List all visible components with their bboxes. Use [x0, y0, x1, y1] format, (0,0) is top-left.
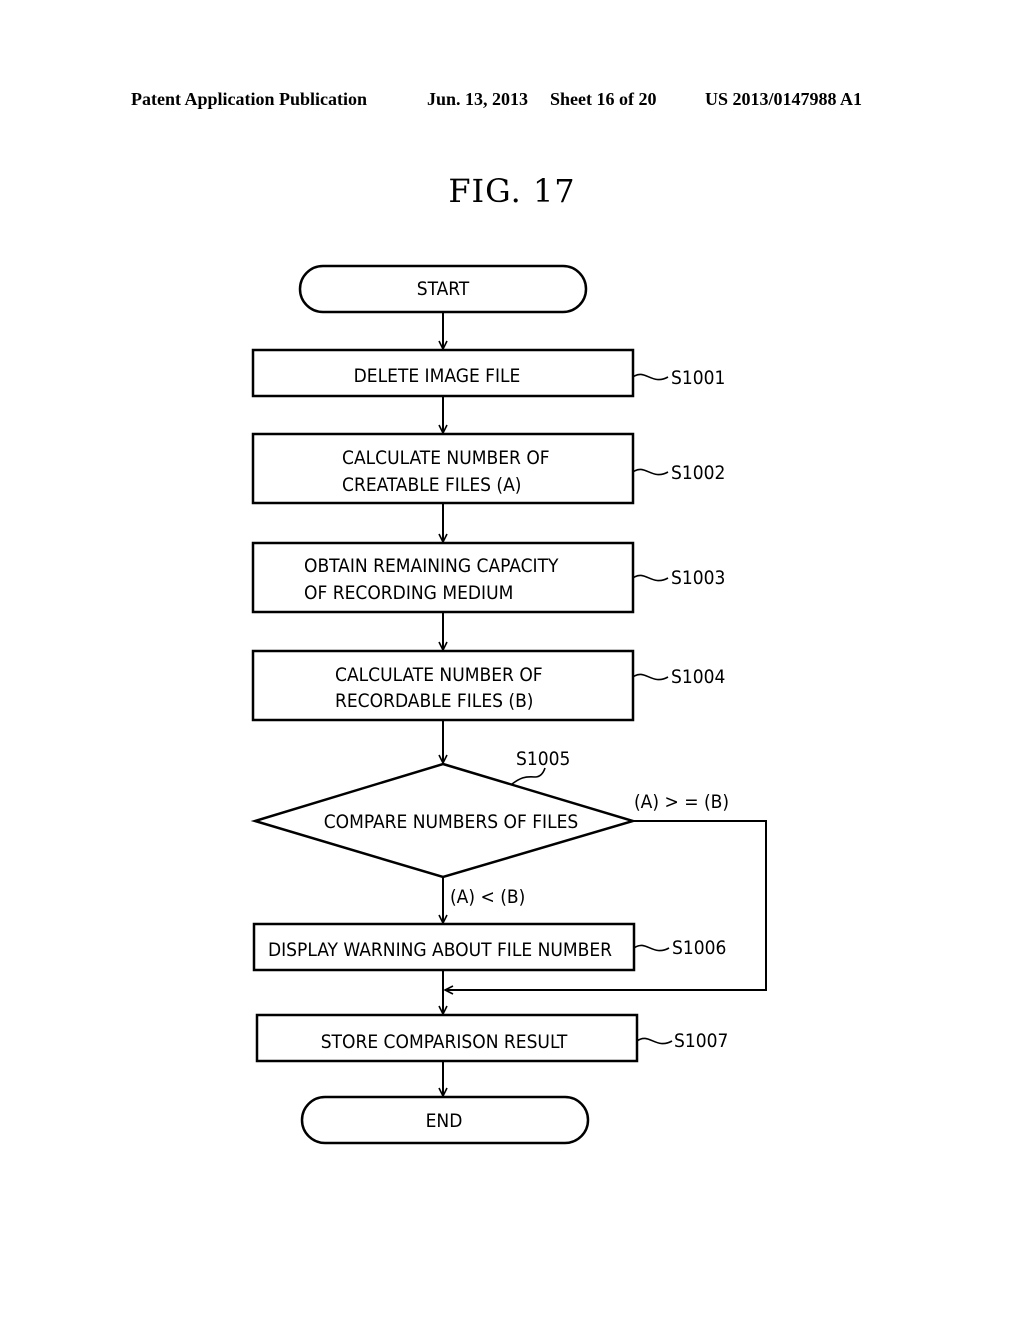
step-id: S1004 — [671, 666, 725, 688]
step-id: S1006 — [672, 937, 726, 959]
leader-line — [632, 468, 669, 476]
end-label: END — [426, 1110, 463, 1132]
step-id: S1007 — [674, 1030, 728, 1052]
leader-line — [636, 1037, 673, 1045]
step-text-line1: CALCULATE NUMBER OF — [335, 664, 543, 686]
step-id: S1003 — [671, 567, 725, 589]
flowchart: START DELETE IMAGE FILE S1001 CALCULATE … — [250, 264, 767, 1145]
step-text: STORE COMPARISON RESULT — [321, 1031, 568, 1053]
step-text-line2: OF RECORDING MEDIUM — [304, 582, 513, 604]
step-text-line2: CREATABLE FILES (A) — [342, 474, 521, 496]
start-label: START — [417, 278, 470, 300]
leader-line — [632, 673, 669, 681]
step-text-line1: OBTAIN REMAINING CAPACITY — [304, 555, 559, 577]
step-s1007: STORE COMPARISON RESULT S1007 — [255, 1013, 728, 1063]
start-terminal: START — [298, 264, 588, 314]
branch-label-no: (A) > = (B) — [634, 791, 729, 813]
leader-line — [633, 944, 670, 952]
step-s1002: CALCULATE NUMBER OF CREATABLE FILES (A) … — [251, 432, 725, 505]
step-text: DELETE IMAGE FILE — [354, 365, 521, 387]
step-id: S1005 — [516, 748, 570, 770]
step-id: S1002 — [671, 462, 725, 484]
end-terminal: END — [300, 1095, 590, 1145]
leader-line — [511, 767, 546, 785]
decision-text: COMPARE NUMBERS OF FILES — [324, 811, 579, 833]
step-id: S1001 — [671, 367, 725, 389]
decision-s1005: COMPARE NUMBERS OF FILES S1005 (A) > = (… — [250, 748, 729, 908]
step-s1001: DELETE IMAGE FILE S1001 — [251, 348, 725, 398]
branch-label-yes: (A) < (B) — [450, 886, 525, 908]
step-text: DISPLAY WARNING ABOUT FILE NUMBER — [268, 939, 612, 961]
leader-line — [632, 574, 669, 582]
leader-line — [632, 373, 669, 381]
step-s1006: DISPLAY WARNING ABOUT FILE NUMBER S1006 — [252, 922, 726, 972]
step-s1003: OBTAIN REMAINING CAPACITY OF RECORDING M… — [251, 541, 725, 614]
step-text-line2: RECORDABLE FILES (B) — [335, 690, 533, 712]
step-text-line1: CALCULATE NUMBER OF — [342, 447, 550, 469]
step-s1004: CALCULATE NUMBER OF RECORDABLE FILES (B)… — [251, 649, 725, 722]
